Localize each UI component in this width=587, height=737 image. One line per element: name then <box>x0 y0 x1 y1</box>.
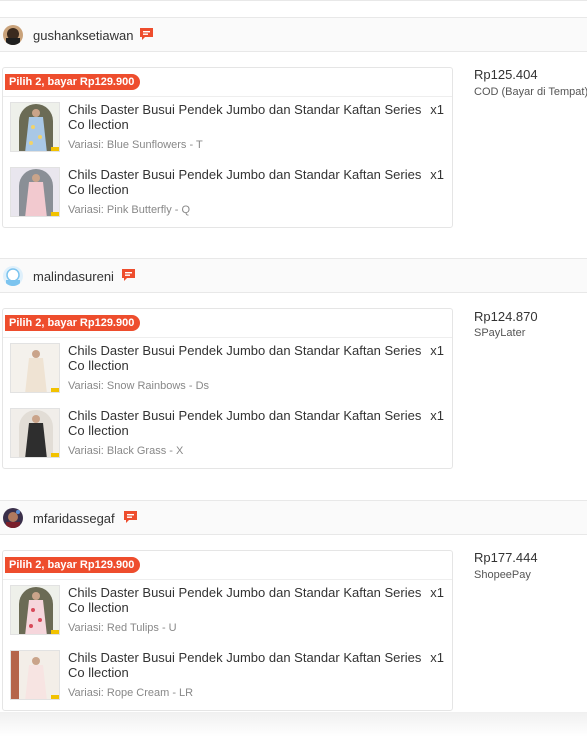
product-title[interactable]: Chils Daster Busui Pendek Jumbo dan Stan… <box>68 650 430 680</box>
order-total: Rp124.870 <box>474 309 538 324</box>
item-quantity: x1 <box>430 585 444 600</box>
order-item[interactable]: Chils Daster Busui Pendek Jumbo dan Stan… <box>3 580 452 645</box>
item-variant: Variasi: Red Tulips - U <box>68 622 177 634</box>
item-quantity: x1 <box>430 408 444 423</box>
product-thumbnail[interactable] <box>10 408 60 458</box>
divider <box>0 0 587 1</box>
product-title[interactable]: Chils Daster Busui Pendek Jumbo dan Stan… <box>68 585 430 615</box>
chat-icon[interactable] <box>139 27 154 41</box>
order-header: malindasureni <box>0 258 587 293</box>
order-header: gushanksetiawan <box>0 17 587 52</box>
promo-badge: Pilih 2, bayar Rp129.900 <box>5 74 141 90</box>
payment-method: COD (Bayar di Tempat) <box>474 86 587 98</box>
order-total: Rp177.444 <box>474 550 538 565</box>
avatar[interactable] <box>3 25 23 45</box>
product-title[interactable]: Chils Daster Busui Pendek Jumbo dan Stan… <box>68 167 430 197</box>
avatar[interactable] <box>3 266 23 286</box>
order-card: Pilih 2, bayar Rp129.900 Chils Daster Bu… <box>2 550 453 711</box>
order-item[interactable]: Chils Daster Busui Pendek Jumbo dan Stan… <box>3 338 452 403</box>
scroll-edge <box>0 712 587 737</box>
item-variant: Variasi: Pink Butterfly - Q <box>68 204 191 216</box>
order-card: Pilih 2, bayar Rp129.900 Chils Daster Bu… <box>2 67 453 228</box>
product-title[interactable]: Chils Daster Busui Pendek Jumbo dan Stan… <box>68 102 430 132</box>
order-item[interactable]: Chils Daster Busui Pendek Jumbo dan Stan… <box>3 645 452 710</box>
product-thumbnail[interactable] <box>10 650 60 700</box>
order-total: Rp125.404 <box>474 67 538 82</box>
promo-row: Pilih 2, bayar Rp129.900 <box>3 551 452 580</box>
buyer-username[interactable]: gushanksetiawan <box>33 28 133 43</box>
item-variant: Variasi: Rope Cream - LR <box>68 687 194 699</box>
item-variant: Variasi: Snow Rainbows - Ds <box>68 380 210 392</box>
product-title[interactable]: Chils Daster Busui Pendek Jumbo dan Stan… <box>68 408 430 438</box>
item-quantity: x1 <box>430 650 444 665</box>
order-header: mfaridassegaf <box>0 500 587 535</box>
buyer-username[interactable]: mfaridassegaf <box>33 511 115 526</box>
avatar[interactable] <box>3 508 23 528</box>
item-quantity: x1 <box>430 102 444 117</box>
chat-icon[interactable] <box>121 268 136 282</box>
product-title[interactable]: Chils Daster Busui Pendek Jumbo dan Stan… <box>68 343 430 373</box>
buyer-username[interactable]: malindasureni <box>33 269 114 284</box>
product-thumbnail[interactable] <box>10 102 60 152</box>
product-thumbnail[interactable] <box>10 343 60 393</box>
promo-badge: Pilih 2, bayar Rp129.900 <box>5 315 141 331</box>
order-card: Pilih 2, bayar Rp129.900 Chils Daster Bu… <box>2 308 453 469</box>
promo-row: Pilih 2, bayar Rp129.900 <box>3 68 452 97</box>
product-thumbnail[interactable] <box>10 167 60 217</box>
item-quantity: x1 <box>430 167 444 182</box>
item-variant: Variasi: Black Grass - X <box>68 445 184 457</box>
promo-row: Pilih 2, bayar Rp129.900 <box>3 309 452 338</box>
payment-method: ShopeePay <box>474 569 531 581</box>
order-item[interactable]: Chils Daster Busui Pendek Jumbo dan Stan… <box>3 403 452 468</box>
order-item[interactable]: Chils Daster Busui Pendek Jumbo dan Stan… <box>3 162 452 227</box>
chat-icon[interactable] <box>123 510 138 524</box>
item-variant: Variasi: Blue Sunflowers - T <box>68 139 203 151</box>
order-item[interactable]: Chils Daster Busui Pendek Jumbo dan Stan… <box>3 97 452 162</box>
product-thumbnail[interactable] <box>10 585 60 635</box>
payment-method: SPayLater <box>474 327 526 339</box>
promo-badge: Pilih 2, bayar Rp129.900 <box>5 557 141 573</box>
item-quantity: x1 <box>430 343 444 358</box>
